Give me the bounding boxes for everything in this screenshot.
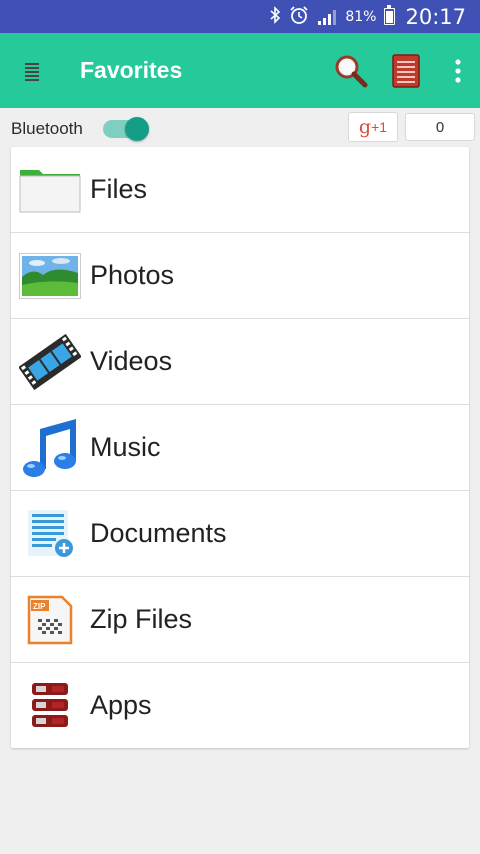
zip-icon: ZIP	[27, 595, 73, 644]
music-note-icon	[23, 418, 76, 477]
bluetooth-icon	[269, 5, 281, 28]
list-item-documents[interactable]: Documents	[11, 491, 469, 577]
film-icon	[19, 333, 81, 390]
document-icon	[28, 509, 73, 557]
folder-icon	[19, 169, 81, 212]
list-item-label: Videos	[90, 346, 173, 376]
list-item-zip-files[interactable]: ZIP Zip Files	[11, 577, 469, 663]
more-options-button[interactable]	[436, 33, 480, 108]
battery-icon	[384, 5, 396, 25]
svg-text:ZIP: ZIP	[33, 602, 46, 611]
more-vert-icon	[455, 58, 461, 83]
list-item-label: Zip Files	[90, 604, 193, 634]
bluetooth-toggle[interactable]	[103, 115, 149, 141]
plus-one-count: 0	[405, 113, 475, 141]
page-title: Favorites	[80, 57, 183, 83]
search-icon	[335, 55, 368, 87]
list-item-videos[interactable]: Videos	[11, 319, 469, 405]
battery-percent: 81%	[345, 8, 377, 25]
list-item-label: Photos	[90, 260, 175, 290]
list-item-apps[interactable]: Apps	[11, 663, 469, 748]
list-item-label: Documents	[90, 518, 227, 548]
toggle-thumb	[125, 117, 149, 141]
book-icon	[392, 53, 420, 88]
list-item-label: Apps	[90, 690, 152, 720]
list-item-files[interactable]: Files	[11, 147, 469, 233]
favorites-list: Files Photos Videos Music Documents ZIP …	[11, 147, 469, 748]
signal-icon	[318, 9, 337, 25]
google-plus-one-button[interactable]: g +1	[348, 112, 398, 142]
menu-button[interactable]	[0, 33, 64, 108]
status-bar: 81% 20:17	[0, 0, 480, 33]
search-button[interactable]	[326, 33, 376, 108]
apps-icon	[32, 682, 68, 727]
photo-icon	[19, 252, 81, 299]
gplus-plus-one: +1	[371, 119, 388, 135]
book-button[interactable]	[376, 33, 436, 108]
list-item-label: Music	[90, 432, 161, 462]
gplus-g: g	[358, 116, 372, 138]
list-item-music[interactable]: Music	[11, 405, 469, 491]
bluetooth-label: Bluetooth	[11, 119, 83, 138]
list-item-photos[interactable]: Photos	[11, 233, 469, 319]
clock: 20:17	[405, 4, 466, 29]
alarm-icon	[289, 5, 309, 29]
list-item-label: Files	[90, 174, 148, 204]
app-bar: Favorites	[0, 33, 480, 108]
menu-icon	[25, 62, 39, 81]
